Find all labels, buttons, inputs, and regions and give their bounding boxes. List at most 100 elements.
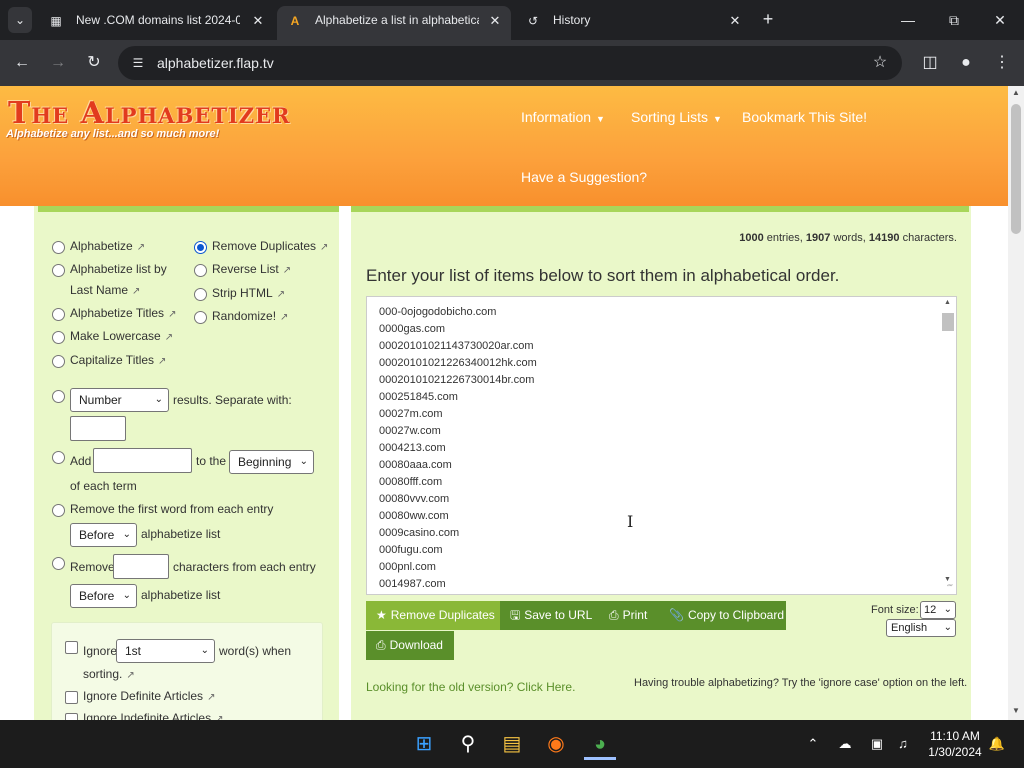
last-name-option-line2[interactable]: Last Name ↗ [70,280,140,302]
list-line[interactable]: 00080fff.com [379,474,537,491]
list-scrollbar[interactable]: ▲ ▼ [940,298,955,593]
number-results-radio[interactable] [52,390,65,403]
before-select-1[interactable]: Before ⌄ [70,523,137,547]
list-line[interactable]: 00027w.com [379,423,537,440]
scroll-down-arrow-icon[interactable]: ▼ [1008,706,1024,718]
close-icon[interactable]: ✕ [487,13,503,29]
restore-icon[interactable]: ⧉ [932,6,976,34]
network-icon[interactable]: ▣ [866,734,888,754]
external-link-icon[interactable]: ↗ [280,307,288,328]
list-line[interactable]: 00027m.com [379,406,537,423]
strip-html-option[interactable]: Strip HTML ↗ [212,283,285,305]
nav-information[interactable]: Information ▼ [521,108,605,128]
print-button[interactable]: ⎙ Print [599,601,659,630]
external-link-icon[interactable]: ↗ [132,281,140,302]
old-version-link[interactable]: Looking for the old version? Click Here. [366,680,575,694]
volume-icon[interactable]: ♫ [892,734,914,754]
external-link-icon[interactable]: ↗ [320,237,328,258]
remove-chars-input[interactable] [113,554,169,579]
list-line[interactable]: 00020101021226340012hk.com [379,355,537,372]
external-link-icon[interactable]: ↗ [168,304,176,325]
tray-overflow-chevron-icon[interactable]: ⌃ [802,734,824,754]
reverse-list-radio[interactable] [194,264,207,277]
site-logo[interactable]: The Alphabetizer [8,96,291,131]
external-link-icon[interactable]: ↗ [165,327,173,348]
randomize-option[interactable]: Randomize! ↗ [212,306,288,328]
list-line[interactable]: 00080aaa.com [379,457,537,474]
strip-html-radio[interactable] [194,288,207,301]
external-link-icon[interactable]: ↗ [126,665,134,686]
font-size-select[interactable]: 12 ⌄ [920,601,956,619]
external-link-icon[interactable]: ↗ [215,709,223,720]
close-icon[interactable]: ✕ [727,13,743,29]
scroll-up-arrow-icon[interactable]: ▲ [940,299,955,306]
list-line[interactable]: 000251845.com [379,389,537,406]
close-icon[interactable]: ✕ [250,13,266,29]
number-select[interactable]: Number ⌄ [70,388,169,412]
nav-bookmark[interactable]: Bookmark This Site! [742,108,867,126]
reverse-list-option[interactable]: Reverse List ↗ [212,259,291,281]
side-panel-icon[interactable]: ◫ [918,51,942,75]
alphabetize-option[interactable]: Alphabetize ↗ [70,236,145,258]
windows-start-icon[interactable]: ⊞ [408,728,440,760]
make-lowercase-option[interactable]: Make Lowercase ↗ [70,326,173,348]
page-scrollbar[interactable]: ▲ ▼ [1008,86,1024,720]
remove-duplicates-button[interactable]: ★ Remove Duplicates [366,601,500,630]
make-lowercase-radio[interactable] [52,331,65,344]
list-line[interactable]: 00020101021226730014br.com [379,372,537,389]
scroll-down-arrow-icon[interactable]: ▼ [940,576,955,583]
list-line[interactable]: 0004213.com [379,440,537,457]
chrome-icon[interactable]: ◕ [584,728,616,760]
nav-suggestion[interactable]: Have a Suggestion? [521,168,647,186]
separator-input[interactable] [70,416,126,441]
alphabetize-titles-option[interactable]: Alphabetize Titles ↗ [70,303,176,325]
before-select-2[interactable]: Before ⌄ [70,584,137,608]
ignore-words-checkbox[interactable] [65,641,78,654]
list-line[interactable]: 00080ww.com [379,508,537,525]
forward-icon[interactable]: → [46,51,70,75]
save-to-url-button[interactable]: 🖫 Save to URL [500,601,599,630]
capitalize-titles-option[interactable]: Capitalize Titles ↗ [70,350,166,372]
onedrive-icon[interactable]: ☁ [834,734,856,754]
tab-search-button[interactable]: ⌄ [8,7,32,33]
address-bar[interactable]: ☰ alphabetizer.flap.tv ☆ [118,46,902,80]
ignore-definite-option[interactable]: Ignore Definite Articles ↗ [83,686,215,708]
firefox-icon[interactable]: ◉ [540,728,572,760]
site-info-icon[interactable]: ☰ [130,55,146,71]
close-window-icon[interactable]: ✕ [978,6,1022,34]
remove-duplicates-option[interactable]: Remove Duplicates ↗ [212,236,328,258]
capitalize-titles-radio[interactable] [52,355,65,368]
reload-icon[interactable]: ↻ [82,51,106,75]
remove-duplicates-radio[interactable] [194,241,207,254]
resize-grip-icon[interactable]: ⁗ [945,583,955,593]
alphabetize-titles-radio[interactable] [52,308,65,321]
notification-bell-icon[interactable]: 🔔 [986,734,1008,754]
tab-domains-list[interactable]: ▦ New .COM domains list 2024-0 ✕ [38,6,274,40]
add-term-radio[interactable] [52,451,65,464]
list-line[interactable]: 0000gas.com [379,321,537,338]
menu-kebab-icon[interactable]: ⋮ [990,51,1014,75]
external-link-icon[interactable]: ↗ [277,284,285,305]
randomize-radio[interactable] [194,311,207,324]
list-scroll-thumb[interactable] [942,313,954,331]
remove-first-word-radio[interactable] [52,504,65,517]
minimize-icon[interactable]: — [886,6,930,34]
language-select[interactable]: English ⌄ [886,619,956,637]
url-text[interactable]: alphabetizer.flap.tv [157,54,274,72]
tab-alphabetizer[interactable]: A Alphabetize a list in alphabetica ✕ [277,6,511,40]
external-link-icon[interactable]: ↗ [283,260,291,281]
scroll-up-arrow-icon[interactable]: ▲ [1008,88,1024,100]
profile-icon[interactable]: ● [954,51,978,75]
list-line[interactable]: 00020101021143730020ar.com [379,338,537,355]
ignore-count-select[interactable]: 1st ⌄ [116,639,215,663]
nav-sorting-lists[interactable]: Sorting Lists ▼ [631,108,722,128]
search-icon[interactable]: ⚲ [452,728,484,760]
ignore-definite-checkbox[interactable] [65,691,78,704]
list-line[interactable]: 000fugu.com [379,542,537,559]
list-line[interactable]: 000pnl.com [379,559,537,576]
bookmark-star-icon[interactable]: ☆ [870,53,890,73]
ignore-indefinite-checkbox[interactable] [65,713,78,720]
list-line[interactable]: 0009casino.com [379,525,537,542]
remove-chars-radio[interactable] [52,557,65,570]
copy-clipboard-button[interactable]: 📎 Copy to Clipboard [659,601,786,630]
